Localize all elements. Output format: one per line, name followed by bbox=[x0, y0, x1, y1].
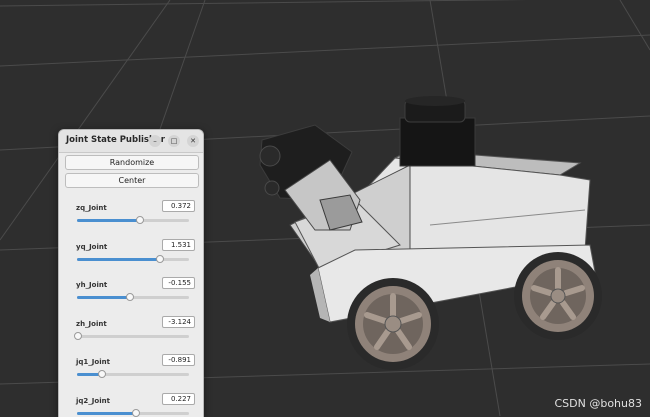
minimize-icon[interactable]: – bbox=[149, 135, 161, 147]
window-titlebar[interactable]: Joint State Publisher – □ ✕ bbox=[59, 130, 203, 153]
joint-slider[interactable] bbox=[77, 373, 189, 376]
joint-slider-fill bbox=[77, 258, 160, 261]
watermark: CSDN @bohu83 bbox=[554, 397, 642, 410]
joint-slider[interactable] bbox=[77, 412, 189, 415]
joint-slider[interactable] bbox=[77, 219, 189, 222]
joint-name-label: zh_Joint bbox=[76, 320, 107, 328]
close-icon[interactable]: ✕ bbox=[187, 135, 199, 147]
joint-slider-handle[interactable] bbox=[126, 293, 134, 301]
joint-value-input[interactable]: 1.531 bbox=[162, 239, 195, 251]
joint-slider[interactable] bbox=[77, 335, 189, 338]
joint-row: yq_Joint 1.531 bbox=[59, 236, 203, 274]
joint-slider-fill bbox=[77, 412, 136, 415]
joint-slider-fill bbox=[77, 219, 140, 222]
joint-name-label: zq_Joint bbox=[76, 204, 107, 212]
joint-slider-handle[interactable] bbox=[136, 216, 144, 224]
joint-state-publisher-window: Joint State Publisher – □ ✕ Randomize Ce… bbox=[58, 129, 204, 417]
joint-slider[interactable] bbox=[77, 258, 189, 261]
joint-slider-handle[interactable] bbox=[156, 255, 164, 263]
joint-value-input[interactable]: -3.124 bbox=[162, 316, 195, 328]
joint-row: zq_Joint 0.372 bbox=[59, 197, 203, 235]
joint-name-label: jq2_Joint bbox=[76, 397, 110, 405]
joint-value-input[interactable]: 0.372 bbox=[162, 200, 195, 212]
joint-row: jq2_Joint 0.227 bbox=[59, 390, 203, 417]
maximize-icon[interactable]: □ bbox=[168, 135, 180, 147]
joint-slider-fill bbox=[77, 296, 130, 299]
joint-value-input[interactable]: 0.227 bbox=[162, 393, 195, 405]
joint-row: zh_Joint -3.124 bbox=[59, 313, 203, 351]
joint-slider-handle[interactable] bbox=[98, 370, 106, 378]
joint-slider[interactable] bbox=[77, 296, 189, 299]
joint-name-label: yq_Joint bbox=[76, 243, 107, 251]
joint-row: jq1_Joint -0.891 bbox=[59, 351, 203, 389]
joint-row: yh_Joint -0.155 bbox=[59, 274, 203, 312]
randomize-button[interactable]: Randomize bbox=[65, 155, 199, 170]
joint-name-label: jq1_Joint bbox=[76, 358, 110, 366]
joint-name-label: yh_Joint bbox=[76, 281, 107, 289]
joint-slider-handle[interactable] bbox=[74, 332, 82, 340]
joint-slider-handle[interactable] bbox=[132, 409, 140, 417]
center-button[interactable]: Center bbox=[65, 173, 199, 188]
joint-value-input[interactable]: -0.891 bbox=[162, 354, 195, 366]
joint-value-input[interactable]: -0.155 bbox=[162, 277, 195, 289]
